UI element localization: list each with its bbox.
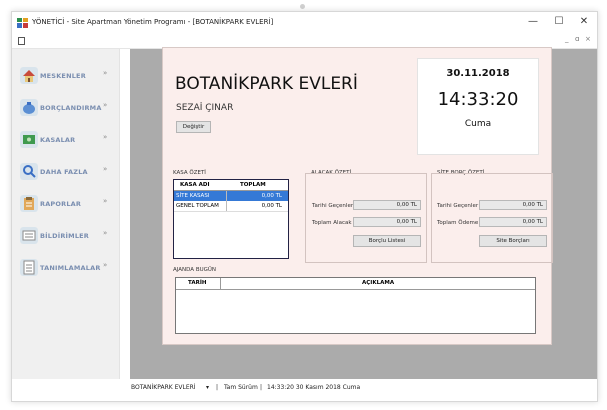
change-button[interactable]: Değiştir	[176, 121, 211, 133]
agenda-title: AJANDA BUGÜN	[173, 267, 217, 273]
sidebar: MESKENLER » BORÇLANDIRMA » KASALAR » DAH…	[12, 49, 120, 379]
close-button[interactable]: ✕	[575, 15, 593, 29]
alacak-overdue-label: Tarihi Geçenler :	[312, 203, 357, 209]
debt-payment-field: 0,00 TL	[479, 217, 547, 227]
maximize-button[interactable]: ☐	[550, 15, 568, 29]
sidebar-item-borclandirma[interactable]: BORÇLANDIRMA »	[18, 97, 114, 119]
column-separator	[220, 278, 221, 289]
agenda-grid-header: TARİH AÇIKLAMA	[176, 278, 535, 290]
status-separator: |	[216, 384, 219, 391]
chevron-down-icon: »	[103, 69, 108, 77]
status-datetime: 14:33:20 30 Kasım 2018 Cuma	[267, 384, 361, 391]
notification-icon	[20, 227, 38, 244]
house-icon	[20, 67, 38, 84]
chevron-down-icon: »	[103, 197, 108, 205]
mdi-restore-button[interactable]: ɑ	[575, 35, 579, 43]
date-time-box: 30.11.2018 14:33:20 Cuma	[417, 58, 539, 155]
debt-overdue-label: Tarihi Geçenler :	[437, 203, 482, 209]
sidebar-item-kasalar[interactable]: KASALAR »	[18, 129, 114, 151]
money-bag-icon	[20, 99, 38, 116]
sidebar-item-tanimlamalar[interactable]: TANIMLAMALAR »	[18, 257, 114, 279]
sidebar-item-meskenler[interactable]: MESKENLER »	[18, 65, 114, 87]
sidebar-item-label: TANIMLAMALAR	[40, 264, 101, 272]
row-total: 0,00 TL	[261, 193, 282, 199]
sidebar-item-label: RAPORLAR	[40, 200, 82, 208]
row-name: GENEL TOPLAM	[176, 203, 219, 209]
agenda-grid: TARİH AÇIKLAMA	[175, 277, 536, 334]
minimize-button[interactable]: —	[524, 15, 542, 29]
window-title: YÖNETİCİ - Site Apartman Yönetim Program…	[32, 18, 274, 26]
status-bar: BOTANİKPARK EVLERİ ▾ | Tam Sürüm | 14:33…	[130, 379, 597, 401]
camera-dot	[300, 4, 305, 9]
status-site-name[interactable]: BOTANİKPARK EVLERİ	[131, 384, 196, 391]
chevron-down-icon: »	[103, 165, 108, 173]
app-logo-icon	[17, 18, 28, 28]
current-day: Cuma	[464, 119, 492, 129]
site-debts-button[interactable]: Site Borçları	[479, 235, 547, 247]
row-name: SİTE KASASI	[176, 193, 210, 199]
document-icon	[20, 259, 38, 276]
column-header-tarih[interactable]: TARİH	[188, 280, 206, 286]
chevron-down-icon: »	[103, 101, 108, 109]
mdi-minimize-button[interactable]: _	[565, 35, 569, 43]
kasa-grid: KASA ADI TOPLAM SİTE KASASI 0,00 TL GENE…	[173, 179, 289, 259]
alacak-overdue-field: 0,00 TL	[353, 200, 421, 210]
dashboard-panel: BOTANİKPARK EVLERİ SEZAİ ÇINAR Değiştir …	[162, 47, 553, 345]
column-header-aciklama[interactable]: AÇIKLAMA	[362, 280, 394, 286]
table-row[interactable]: SİTE KASASI 0,00 TL	[174, 191, 288, 201]
alacak-total-field: 0,00 TL	[353, 217, 421, 227]
magnifier-icon	[20, 163, 38, 180]
cash-box-icon	[20, 131, 38, 148]
mdi-child-icon[interactable]	[18, 37, 25, 45]
kasa-summary-title: KASA ÖZETİ	[173, 170, 206, 176]
kasa-grid-header: KASA ADI TOPLAM	[174, 180, 288, 191]
sidebar-item-label: BORÇLANDIRMA	[40, 104, 102, 112]
column-header-toplam[interactable]: TOPLAM	[240, 182, 266, 188]
debtor-list-button[interactable]: Borçlu Listesi	[353, 235, 421, 247]
cell-separator	[226, 201, 227, 211]
chevron-down-icon: »	[103, 261, 108, 269]
status-version: Tam Sürüm	[224, 384, 258, 391]
sidebar-item-daha-fazla[interactable]: DAHA FAZLA »	[18, 161, 114, 183]
status-separator: |	[260, 384, 263, 391]
row-total: 0,00 TL	[261, 203, 282, 209]
alacak-total-label: Toplam Alacak :	[312, 220, 356, 226]
debt-payment-label: Toplam Ödeme :	[437, 220, 482, 226]
status-dropdown-icon[interactable]: ▾	[206, 384, 209, 391]
title-bar: YÖNETİCİ - Site Apartman Yönetim Program…	[12, 12, 597, 34]
mdi-close-button[interactable]: ×	[585, 35, 591, 43]
current-date: 30.11.2018	[446, 68, 510, 79]
clipboard-icon	[20, 195, 38, 212]
sidebar-item-label: KASALAR	[40, 136, 76, 144]
debt-overdue-field: 0,00 TL	[479, 200, 547, 210]
sidebar-item-raporlar[interactable]: RAPORLAR »	[18, 193, 114, 215]
current-time: 14:33:20	[437, 89, 519, 110]
cell-separator	[226, 191, 227, 201]
chevron-down-icon: »	[103, 133, 108, 141]
sidebar-item-bildirimler[interactable]: BİLDİRİMLER »	[18, 225, 114, 247]
table-row[interactable]: GENEL TOPLAM 0,00 TL	[174, 201, 288, 212]
sidebar-item-label: DAHA FAZLA	[40, 168, 88, 176]
chevron-down-icon: »	[103, 229, 108, 237]
sidebar-item-label: MESKENLER	[40, 72, 86, 80]
manager-name: SEZAİ ÇINAR	[176, 103, 234, 113]
site-name-title: BOTANİKPARK EVLERİ	[175, 74, 358, 94]
sidebar-item-label: BİLDİRİMLER	[40, 232, 90, 240]
column-header-kasa-adi[interactable]: KASA ADI	[180, 182, 210, 188]
